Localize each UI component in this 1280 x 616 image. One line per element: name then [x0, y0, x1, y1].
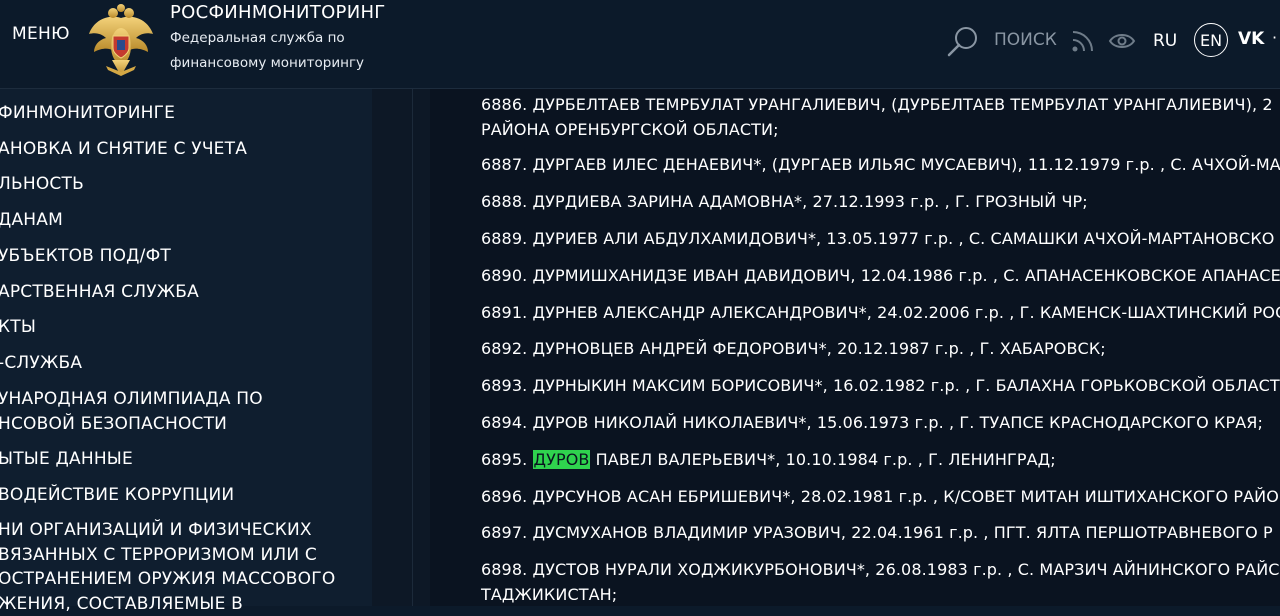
list-item: 6896. ДУРСУНОВ АСАН ЕБРИШЕВИЧ*, 28.02.19…	[481, 487, 1279, 506]
sidebar-gutter	[372, 89, 430, 606]
search-label[interactable]: ПОИСК	[994, 30, 1057, 50]
sidebar-item[interactable]: НСОВОЙ БЕЗОПАСНОСТИ	[0, 412, 227, 436]
list-content: 6886. ДУРБЕЛТАЕВ ТЕМРБУЛАТ УРАНГАЛИЕВИЧ,…	[430, 89, 1280, 606]
sidebar-item[interactable]: ЛЬНОСТЬ	[0, 172, 84, 196]
lang-en-button[interactable]: EN	[1194, 23, 1228, 57]
list-item: 6897. ДУСМУХАНОВ ВЛАДИМИР УРАЗОВИЧ, 22.0…	[481, 523, 1273, 542]
entry-suffix: ПАВЕЛ ВАЛЕРЬЕВИЧ*, 10.10.1984 г.р. , Г. …	[590, 450, 1056, 469]
search-highlight: ДУРОВ	[532, 450, 591, 469]
list-item: 6888. ДУРДИЕВА ЗАРИНА АДАМОВНА*, 27.12.1…	[481, 192, 1088, 211]
list-item: 6891. ДУРНЕВ АЛЕКСАНДР АЛЕКСАНДРОВИЧ*, 2…	[481, 303, 1280, 322]
list-item: 6898. ДУСТОВ НУРАЛИ ХОДЖИКУРБОНОВИЧ*, 26…	[481, 560, 1280, 579]
entry-prefix: 6895.	[481, 450, 533, 469]
sidebar-item[interactable]: АНОВКА И СНЯТИЕ С УЧЕТА	[0, 137, 247, 161]
menu-button[interactable]: МЕНЮ	[12, 24, 70, 44]
more-social-icon[interactable]: ·	[1272, 28, 1277, 47]
vk-icon[interactable]: VK	[1238, 29, 1268, 49]
org-subtitle-line2: финансовому мониторингу	[170, 55, 365, 71]
sidebar-menu: ФИНМОНИТОРИНГЕ АНОВКА И СНЯТИЕ С УЧЕТА ЛЬН…	[0, 89, 372, 614]
list-item: 6886. ДУРБЕЛТАЕВ ТЕМРБУЛАТ УРАНГАЛИЕВИЧ,…	[481, 95, 1273, 114]
list-item: 6895. ДУРОВ ПАВЕЛ ВАЛЕРЬЕВИЧ*, 10.10.198…	[481, 447, 1056, 472]
emblem-icon[interactable]	[86, 4, 156, 78]
sidebar-item[interactable]: -СЛУЖБА	[0, 351, 82, 375]
list-item: 6893. ДУРНЫКИН МАКСИМ БОРИСОВИЧ*, 16.02.…	[481, 376, 1280, 395]
list-item: ТАДЖИКИСТАН;	[481, 585, 618, 604]
list-item: 6887. ДУРГАЕВ ИЛЕС ДЕНАЕВИЧ*, (ДУРГАЕВ И…	[481, 155, 1280, 174]
search-icon[interactable]	[946, 24, 980, 58]
list-item: 6894. ДУРОВ НИКОЛАЙ НИКОЛАЕВИЧ*, 15.06.1…	[481, 413, 1264, 432]
sidebar-item[interactable]: КТЫ	[0, 315, 36, 339]
sidebar-item[interactable]: УБЪЕКТОВ ПОД/ФТ	[0, 244, 171, 268]
list-item: 6890. ДУРМИШХАНИДЗЕ ИВАН ДАВИДОВИЧ, 12.0…	[481, 266, 1280, 285]
lang-ru-button[interactable]: RU	[1153, 31, 1177, 51]
list-item: 6892. ДУРНОВЦЕВ АНДРЕЙ ФЕДОРОВИЧ*, 20.12…	[481, 339, 1106, 358]
list-item: 6889. ДУРИЕВ АЛИ АБДУЛХАМИДОВИЧ*, 13.05.…	[481, 229, 1275, 248]
sidebar-item[interactable]: ФИНМОНИТОРИНГЕ	[0, 101, 175, 125]
sidebar-item[interactable]: АРСТВЕННАЯ СЛУЖБА	[0, 280, 199, 304]
sidebar-item[interactable]: УНАРОДНАЯ ОЛИМПИАДА ПО	[0, 387, 263, 411]
sidebar-item[interactable]: НИ ОРГАНИЗАЦИЙ И ФИЗИЧЕСКИХ	[0, 518, 312, 542]
org-subtitle-line1: Федеральная служба по	[170, 30, 345, 46]
sidebar-item[interactable]: ДАНАМ	[0, 208, 63, 232]
sidebar-item[interactable]: ВОДЕЙСТВИЕ КОРРУПЦИИ	[0, 483, 234, 507]
divider	[412, 89, 413, 606]
sidebar-item[interactable]: ЖЕНИЯ, СОСТАВЛЯЕМЫЕ В	[0, 592, 243, 616]
sidebar-item[interactable]: ЫТЫЕ ДАННЫЕ	[0, 447, 133, 471]
eye-icon[interactable]	[1108, 31, 1136, 51]
site-header: МЕНЮ РОСФИНМОНИТОРИНГ Федеральная служба…	[0, 0, 1280, 89]
sidebar-item[interactable]: ВЯЗАННЫХ С ТЕРРОРИЗМОМ ИЛИ С	[0, 543, 317, 567]
org-name[interactable]: РОСФИНМОНИТОРИНГ	[170, 2, 386, 23]
list-item: РАЙОНА ОРЕНБУРГСКОЙ ОБЛАСТИ;	[481, 120, 779, 139]
sidebar-item[interactable]: ОСТРАНЕНИЕМ ОРУЖИЯ МАССОВОГО	[0, 567, 335, 591]
rss-icon[interactable]	[1070, 26, 1098, 54]
